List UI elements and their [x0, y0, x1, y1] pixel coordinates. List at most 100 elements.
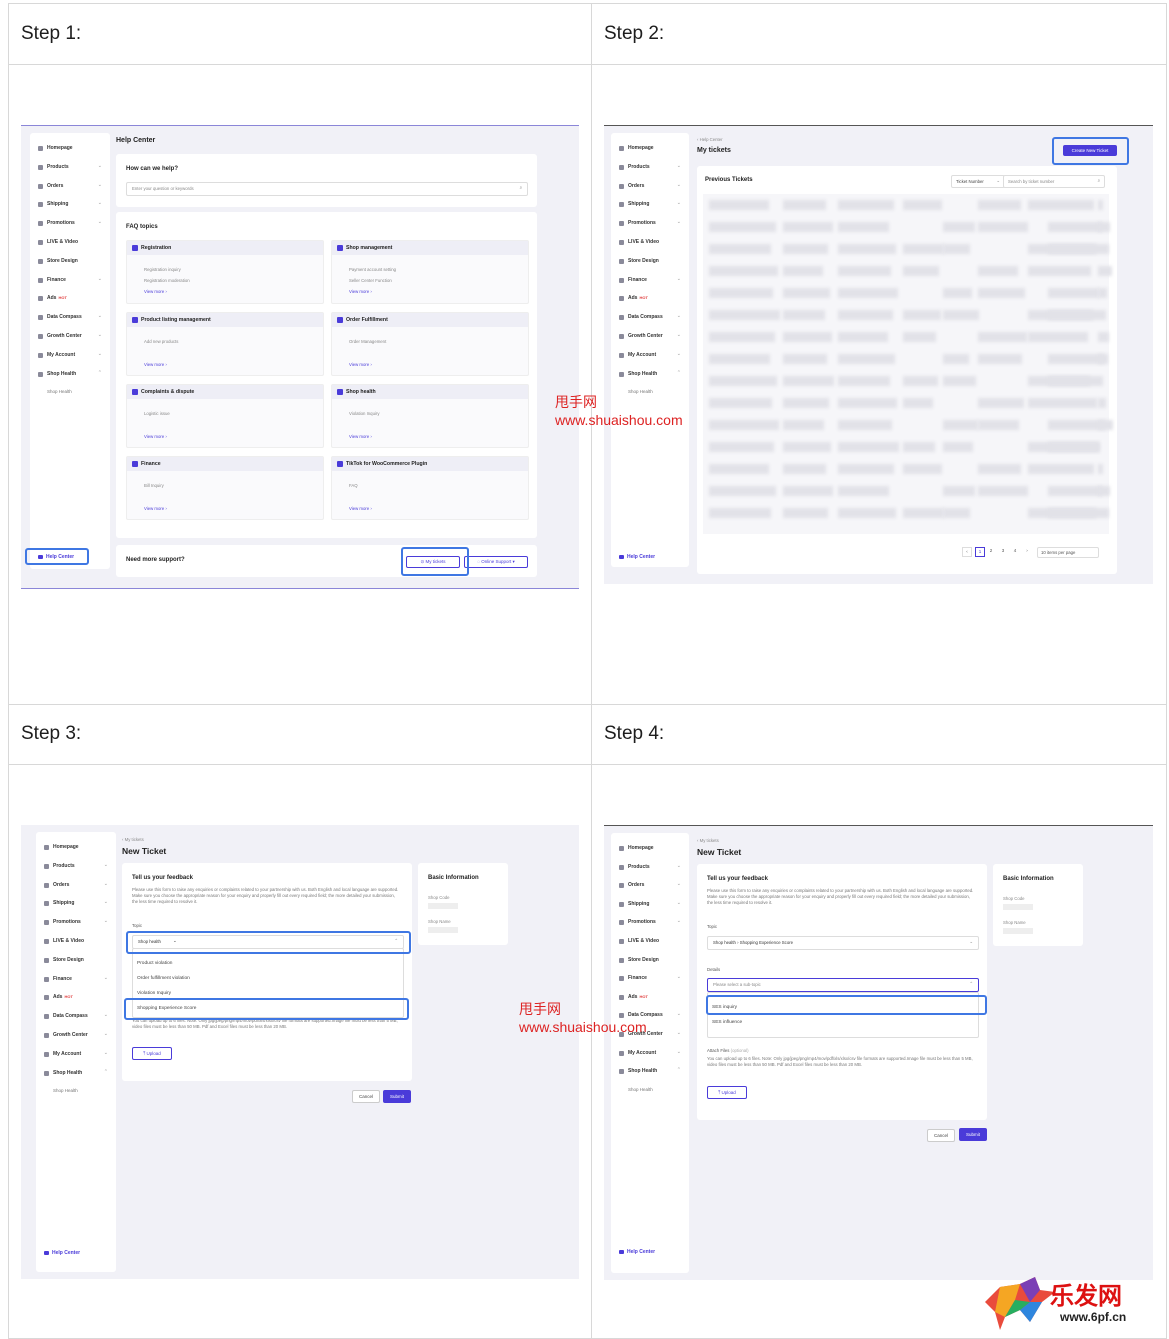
table-row[interactable] [703, 464, 1109, 478]
sidebar-item-products[interactable]: Products ⌄ [611, 862, 689, 874]
view-more-link[interactable]: View more › [144, 434, 167, 439]
upload-button[interactable]: ⤒ Upload [132, 1047, 172, 1060]
sidebar-item-shipping[interactable]: Shipping ⌄ [611, 199, 689, 211]
cancel-button[interactable]: Cancel [927, 1129, 955, 1142]
details-select[interactable]: Please select a sub-topic ⌃ [707, 978, 979, 992]
faq-link[interactable]: Bill Inquiry [144, 483, 164, 488]
help-center-link[interactable]: Help Center [44, 1250, 80, 1256]
sidebar-item-promotions[interactable]: Promotions ⌄ [611, 917, 689, 929]
faq-link[interactable]: Order Management [349, 339, 386, 344]
sidebar-item-promotions[interactable]: Promotions ⌄ [36, 917, 116, 929]
prev-page[interactable]: ‹ [962, 547, 972, 557]
table-row[interactable] [703, 310, 1109, 324]
sidebar-item-homepage[interactable]: Homepage [30, 143, 110, 155]
table-row[interactable] [703, 266, 1112, 280]
sidebar-item-orders[interactable]: Orders ⌄ [611, 181, 689, 193]
faq-topic-card[interactable]: Finance Bill Inquiry View more › [126, 456, 324, 520]
view-more-link[interactable]: View more › [349, 506, 372, 511]
filter-select[interactable]: Ticket Number ⌄ [951, 175, 1005, 188]
sidebar-item-shipping[interactable]: Shipping ⌄ [36, 898, 116, 910]
sidebar-item-finance[interactable]: Finance ⌄ [611, 275, 689, 287]
sidebar-item-ads[interactable]: Ads HOT [30, 293, 110, 305]
view-more-link[interactable]: View more › [144, 506, 167, 511]
submit-button[interactable]: Submit [959, 1128, 987, 1141]
sidebar-item-store-design[interactable]: Store Design [611, 256, 689, 268]
faq-topic-card[interactable]: Order Fulfillment Order Management View mo… [331, 312, 529, 376]
breadcrumb[interactable]: ‹ My tickets [122, 837, 144, 842]
sidebar-item-homepage[interactable]: Homepage [611, 843, 689, 855]
sidebar-item-data-compass[interactable]: Data Compass ⌄ [611, 312, 689, 324]
ticket-search-input[interactable]: Search by ticket number ⌕ [1003, 175, 1105, 188]
page-3[interactable]: 3 [999, 547, 1007, 555]
sidebar-item-live-video[interactable]: LIVE & Video [36, 936, 116, 948]
sidebar-item-homepage[interactable]: Homepage [36, 842, 116, 854]
sidebar-item-live-video[interactable]: LIVE & Video [611, 936, 689, 948]
topic-select[interactable]: Shop health › Shopping Experience Score … [707, 936, 979, 950]
upload-button[interactable]: ⤒ Upload [707, 1086, 747, 1099]
table-row[interactable] [703, 288, 1109, 302]
sidebar-subitem-shop-health[interactable]: Shop Health [628, 1087, 653, 1092]
breadcrumb[interactable]: ‹ My tickets [697, 838, 719, 843]
sidebar-item-my-account[interactable]: My Account ⌄ [36, 1049, 116, 1061]
table-row[interactable] [703, 420, 1113, 434]
faq-link[interactable]: Violation Inquiry [349, 411, 380, 416]
sidebar-item-live-video[interactable]: LIVE & Video [30, 237, 110, 249]
faq-topic-card[interactable]: Complaints & dispute Logistic issue View m… [126, 384, 324, 448]
faq-link[interactable]: FAQ [349, 483, 358, 488]
breadcrumb[interactable]: ‹ Help Center [697, 137, 723, 142]
table-row[interactable] [703, 354, 1109, 368]
view-more-link[interactable]: View more › [349, 289, 372, 294]
option-violation-inquiry[interactable]: Violation Inquiry [137, 991, 171, 996]
sidebar-item-growth-center[interactable]: Growth Center ⌄ [36, 1030, 116, 1042]
sidebar-item-homepage[interactable]: Homepage [611, 143, 689, 155]
table-row[interactable] [703, 200, 1109, 214]
per-page-select[interactable]: 10 items per page [1037, 547, 1099, 558]
sidebar-item-products[interactable]: Products ⌄ [36, 861, 116, 873]
sidebar-item-products[interactable]: Products ⌄ [611, 162, 689, 174]
option-ses-influence[interactable]: SES influence [712, 1020, 742, 1025]
view-more-link[interactable]: View more › [349, 362, 372, 367]
faq-topic-card[interactable]: Product listing management Add new produc… [126, 312, 324, 376]
faq-topic-card[interactable]: Shop health Violation Inquiry View more › [331, 384, 529, 448]
option-order-fulfillment-violation[interactable]: Order fulfillment violation [137, 976, 190, 981]
sidebar-item-shop-health[interactable]: Shop Health ⌃ [36, 1068, 116, 1080]
help-center-link[interactable]: Help Center [619, 1249, 655, 1255]
sidebar-item-growth-center[interactable]: Growth Center ⌄ [30, 331, 110, 343]
sidebar-item-finance[interactable]: Finance ⌄ [611, 973, 689, 985]
sidebar-item-orders[interactable]: Orders ⌄ [611, 880, 689, 892]
sidebar-item-my-account[interactable]: My Account ⌄ [611, 1048, 689, 1060]
help-search-input[interactable]: Enter your question or keywords ⌕ [126, 182, 528, 196]
table-row[interactable] [703, 332, 1109, 346]
view-more-link[interactable]: View more › [144, 362, 167, 367]
sidebar-item-finance[interactable]: Finance ⌄ [30, 275, 110, 287]
sidebar-subitem-shop-health[interactable]: Shop Health [47, 389, 72, 394]
table-row[interactable] [703, 442, 1109, 456]
faq-topic-card[interactable]: Registration Registration inquiry Registra… [126, 240, 324, 304]
sidebar-item-promotions[interactable]: Promotions ⌄ [30, 218, 110, 230]
sidebar-item-growth-center[interactable]: Growth Center ⌄ [611, 331, 689, 343]
sidebar-item-my-account[interactable]: My Account ⌄ [30, 350, 110, 362]
sidebar-item-store-design[interactable]: Store Design [36, 955, 116, 967]
table-row[interactable] [703, 486, 1110, 500]
faq-topic-card[interactable]: Shop management Payment account setting Se… [331, 240, 529, 304]
faq-link[interactable]: Payment account setting [349, 267, 396, 272]
sidebar-item-finance[interactable]: Finance ⌄ [36, 974, 116, 986]
table-row[interactable] [703, 508, 1109, 522]
sidebar-item-shop-health[interactable]: Shop Health ⌃ [30, 369, 110, 381]
view-more-link[interactable]: View more › [144, 289, 167, 294]
faq-link[interactable]: Add new products [144, 339, 178, 344]
table-row[interactable] [703, 244, 1109, 258]
page-4[interactable]: 4 [1011, 547, 1019, 555]
sidebar-item-shop-health[interactable]: Shop Health ⌃ [611, 1066, 689, 1078]
sidebar-item-shipping[interactable]: Shipping ⌄ [30, 199, 110, 211]
table-row[interactable] [703, 398, 1109, 412]
faq-topic-card[interactable]: TikTok for WooCommerce Plugin FAQ View mor… [331, 456, 529, 520]
option-product-violation[interactable]: Product violation [137, 961, 172, 966]
sidebar-item-promotions[interactable]: Promotions ⌄ [611, 218, 689, 230]
sidebar-item-orders[interactable]: Orders ⌄ [30, 181, 110, 193]
faq-link[interactable]: Logistic issue [144, 411, 170, 416]
sidebar-item-products[interactable]: Products ⌄ [30, 162, 110, 174]
sidebar-item-shop-health[interactable]: Shop Health ⌃ [611, 369, 689, 381]
online-support-button[interactable]: ◌ Online Support ▾ [464, 556, 528, 568]
faq-link[interactable]: Seller Center Function [349, 278, 392, 283]
